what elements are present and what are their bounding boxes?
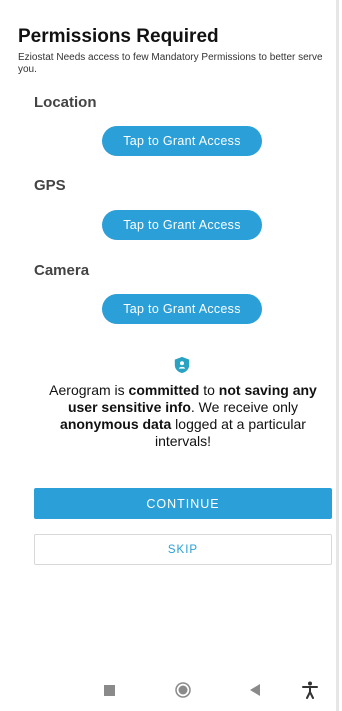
accessibility-icon[interactable] <box>298 678 322 702</box>
home-icon[interactable] <box>171 678 195 702</box>
shield-icon <box>174 356 190 374</box>
notice-text: Aerogram is <box>49 382 129 398</box>
grant-camera-button[interactable]: Tap to Grant Access <box>102 294 262 324</box>
back-icon[interactable] <box>243 678 267 702</box>
continue-button[interactable]: CONTINUE <box>34 488 332 519</box>
notice-text: logged at a particular intervals! <box>154 416 306 449</box>
privacy-notice: Aerogram is committed to not saving any … <box>38 382 328 450</box>
system-navbar <box>0 668 336 711</box>
notice-emphasis: committed <box>128 382 200 398</box>
page-title: Permissions Required <box>18 26 219 47</box>
location-label: Location <box>34 94 97 111</box>
permissions-screen: Permissions Required Eziostat Needs acce… <box>0 0 339 711</box>
notice-text: to <box>199 382 219 398</box>
grant-gps-button[interactable]: Tap to Grant Access <box>102 210 262 240</box>
gps-label: GPS <box>34 177 66 194</box>
notice-emphasis: anonymous data <box>60 416 172 432</box>
skip-button[interactable]: SKIP <box>34 534 332 565</box>
notice-text: . We receive only <box>190 399 299 415</box>
camera-label: Camera <box>34 262 90 279</box>
page-subtitle: Eziostat Needs access to few Mandatory P… <box>18 52 323 75</box>
grant-location-button[interactable]: Tap to Grant Access <box>102 126 262 156</box>
recents-icon[interactable] <box>97 678 121 702</box>
